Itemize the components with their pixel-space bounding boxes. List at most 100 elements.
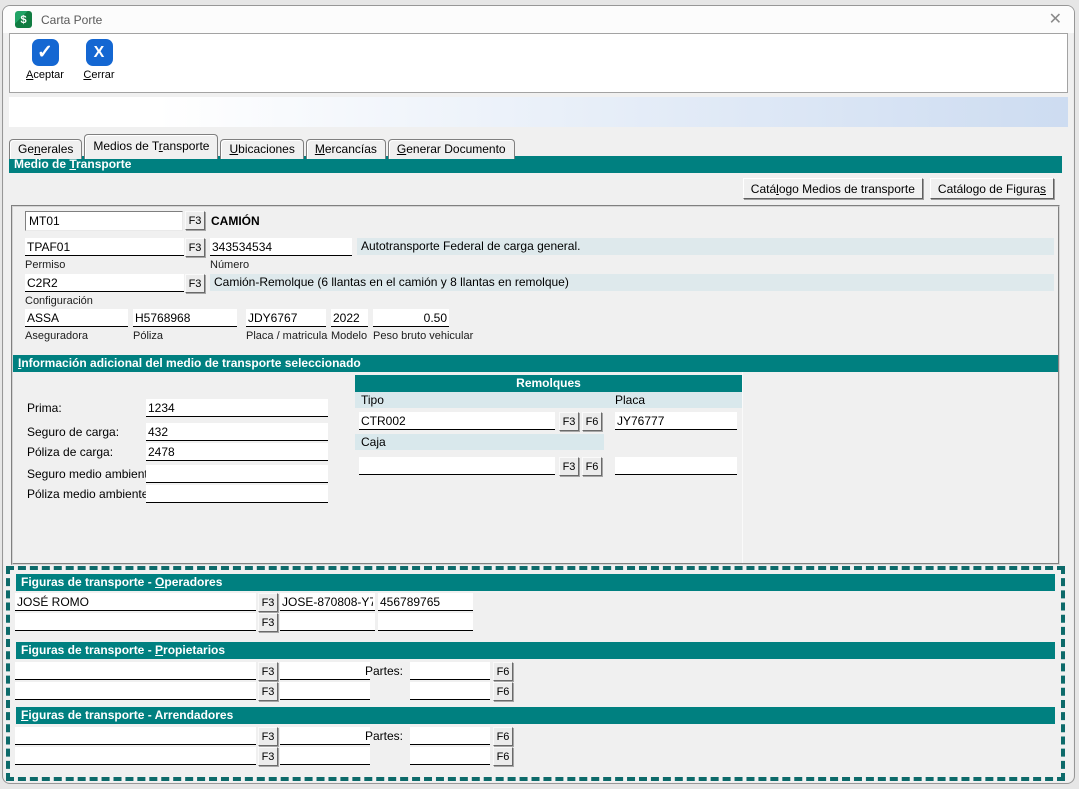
app-icon: $ bbox=[15, 11, 32, 28]
propietario-nombre-input[interactable] bbox=[15, 662, 256, 680]
informacion-adicional-header: Información adicional del medio de trans… bbox=[13, 355, 1058, 372]
arrendador-rfc-input[interactable] bbox=[280, 727, 370, 745]
arrendador-nombre-input[interactable] bbox=[15, 727, 256, 745]
configuracion-desc: Camión-Remolque (6 llantas en el camión … bbox=[210, 274, 1054, 291]
propietario-nombre-input-2[interactable] bbox=[15, 682, 256, 700]
operador-rfc-input[interactable] bbox=[280, 593, 375, 611]
modelo-input[interactable] bbox=[331, 309, 368, 327]
configuracion-f3-button[interactable]: F3 bbox=[185, 274, 205, 293]
peso-label: Peso bruto vehicular bbox=[373, 330, 473, 342]
numero-label: Número bbox=[210, 259, 249, 271]
catalog-buttons: Catálogo Medios de transporte Catálogo d… bbox=[743, 178, 1054, 199]
arrendador-rfc-input-2[interactable] bbox=[280, 747, 370, 765]
remolque-f6-button-2[interactable]: F6 bbox=[582, 457, 602, 476]
poliza-ambiente-input[interactable] bbox=[146, 485, 328, 503]
cerrar-label: Cerrar bbox=[72, 69, 126, 81]
tab-generales[interactable]: Generales bbox=[9, 139, 82, 159]
permiso-desc: Autotransporte Federal de carga general. bbox=[357, 238, 1054, 255]
transport-group-box: F3 CAMIÓN F3 Autotransporte Federal de c… bbox=[11, 205, 1060, 565]
clave-f3-button[interactable]: F3 bbox=[185, 211, 205, 230]
tab-medios-de-transporte[interactable]: Medios de Transporte bbox=[84, 134, 218, 159]
title-bar: $ Carta Porte ✕ bbox=[3, 6, 1074, 33]
numero-input[interactable] bbox=[210, 238, 352, 256]
remolque-tipo-input[interactable] bbox=[359, 412, 555, 430]
poliza-label: Póliza bbox=[133, 330, 163, 342]
operador-f3-button[interactable]: F3 bbox=[258, 593, 278, 612]
propietario-partes-input[interactable] bbox=[410, 662, 490, 680]
tab-ubicaciones[interactable]: Ubicaciones bbox=[220, 139, 303, 159]
placa-input[interactable] bbox=[246, 309, 326, 327]
remolque-placa-input[interactable] bbox=[615, 412, 737, 430]
seguro-ambiente-input[interactable] bbox=[146, 465, 328, 483]
propietario-partes-input-2[interactable] bbox=[410, 682, 490, 700]
check-icon: ✓ bbox=[32, 39, 59, 66]
operador-f3-button-2[interactable]: F3 bbox=[258, 613, 278, 632]
arrendador-f3-button-2[interactable]: F3 bbox=[258, 747, 278, 766]
x-icon: X bbox=[86, 39, 113, 66]
operador-nombre-input-2[interactable] bbox=[15, 613, 256, 631]
operador-rfc-input-2[interactable] bbox=[280, 613, 375, 631]
peso-input[interactable] bbox=[373, 309, 449, 327]
permiso-input[interactable] bbox=[25, 238, 184, 256]
operadores-header: Figuras de transporte - Operadores bbox=[16, 574, 1055, 591]
arrendador-f6-button[interactable]: F6 bbox=[493, 727, 513, 746]
aseguradora-label: Aseguradora bbox=[25, 330, 88, 342]
arrendador-f6-button-2[interactable]: F6 bbox=[493, 747, 513, 766]
aceptar-label: Aceptar bbox=[18, 69, 72, 81]
cerrar-button[interactable]: X Cerrar bbox=[72, 39, 126, 81]
clave-desc: CAMIÓN bbox=[211, 214, 260, 228]
caja-label: Caja bbox=[361, 434, 386, 450]
gradient-band bbox=[9, 97, 1068, 127]
placa-column-label: Placa bbox=[615, 392, 645, 408]
poliza-ambiente-label: Póliza medio ambiente: bbox=[27, 487, 152, 501]
arrendador-f3-button[interactable]: F3 bbox=[258, 727, 278, 746]
remolques-column-strip: Tipo Placa bbox=[355, 392, 742, 408]
operador-num-input[interactable] bbox=[378, 593, 473, 611]
arrendador-partes-input[interactable] bbox=[410, 727, 490, 745]
arrendadores-partes-label: Partes: bbox=[365, 729, 403, 743]
remolque-placa-input-2[interactable] bbox=[615, 457, 737, 475]
prima-label: Prima: bbox=[27, 401, 62, 415]
tab-generar-documento[interactable]: Generar Documento bbox=[388, 139, 515, 159]
placa-label: Placa / matricula bbox=[246, 330, 327, 342]
propietarios-header: Figuras de transporte - Propietarios bbox=[16, 642, 1055, 659]
tab-mercancias[interactable]: Mercancías bbox=[306, 139, 386, 159]
window-title: Carta Porte bbox=[41, 13, 102, 27]
arrendador-partes-input-2[interactable] bbox=[410, 747, 490, 765]
seguro-carga-label: Seguro de carga: bbox=[27, 425, 119, 439]
propietario-rfc-input-2[interactable] bbox=[280, 682, 370, 700]
clave-medio-input[interactable] bbox=[25, 211, 183, 231]
operador-num-input-2[interactable] bbox=[378, 613, 473, 631]
propietario-f6-button-2[interactable]: F6 bbox=[493, 682, 513, 701]
arrendadores-header: Figuras de transporte - Arrendadores bbox=[16, 707, 1055, 724]
remolques-panel: Remolques Tipo Placa F3 F6 Caja F3 F6 bbox=[355, 372, 743, 563]
remolque-f6-button[interactable]: F6 bbox=[582, 412, 602, 431]
permiso-f3-button[interactable]: F3 bbox=[185, 238, 205, 257]
propietario-f3-button[interactable]: F3 bbox=[258, 662, 278, 681]
remolque-tipo-input-2[interactable] bbox=[359, 457, 555, 475]
figuras-selection-region: Figuras de transporte - Operadores F3 F3… bbox=[6, 566, 1065, 781]
poliza-carga-input[interactable] bbox=[146, 443, 328, 461]
aceptar-button[interactable]: ✓ Aceptar bbox=[18, 39, 72, 81]
remolque-f3-button-2[interactable]: F3 bbox=[559, 457, 579, 476]
remolque-f3-button[interactable]: F3 bbox=[559, 412, 579, 431]
seguro-carga-input[interactable] bbox=[146, 423, 328, 441]
tab-strip: Generales Medios de Transporte Ubicacion… bbox=[9, 134, 517, 159]
prima-input[interactable] bbox=[146, 399, 328, 417]
permiso-label: Permiso bbox=[25, 259, 65, 271]
propietario-f3-button-2[interactable]: F3 bbox=[258, 682, 278, 701]
propietario-f6-button[interactable]: F6 bbox=[493, 662, 513, 681]
aseguradora-input[interactable] bbox=[25, 309, 128, 327]
poliza-input[interactable] bbox=[133, 309, 237, 327]
arrendador-nombre-input-2[interactable] bbox=[15, 747, 256, 765]
operador-nombre-input[interactable] bbox=[15, 593, 256, 611]
catalogo-figuras-button[interactable]: Catálogo de Figuras bbox=[930, 178, 1054, 199]
caja-strip: Caja bbox=[355, 434, 604, 450]
modelo-label: Modelo bbox=[331, 330, 367, 342]
carta-porte-dialog: $ Carta Porte ✕ ✓ Aceptar X Cerrar Gener… bbox=[2, 5, 1075, 784]
close-icon[interactable]: ✕ bbox=[1049, 12, 1062, 28]
configuracion-input[interactable] bbox=[25, 274, 184, 292]
catalogo-medios-button[interactable]: Catálogo Medios de transporte bbox=[743, 178, 923, 199]
propietario-rfc-input[interactable] bbox=[280, 662, 370, 680]
toolbar: ✓ Aceptar X Cerrar bbox=[9, 33, 1068, 93]
